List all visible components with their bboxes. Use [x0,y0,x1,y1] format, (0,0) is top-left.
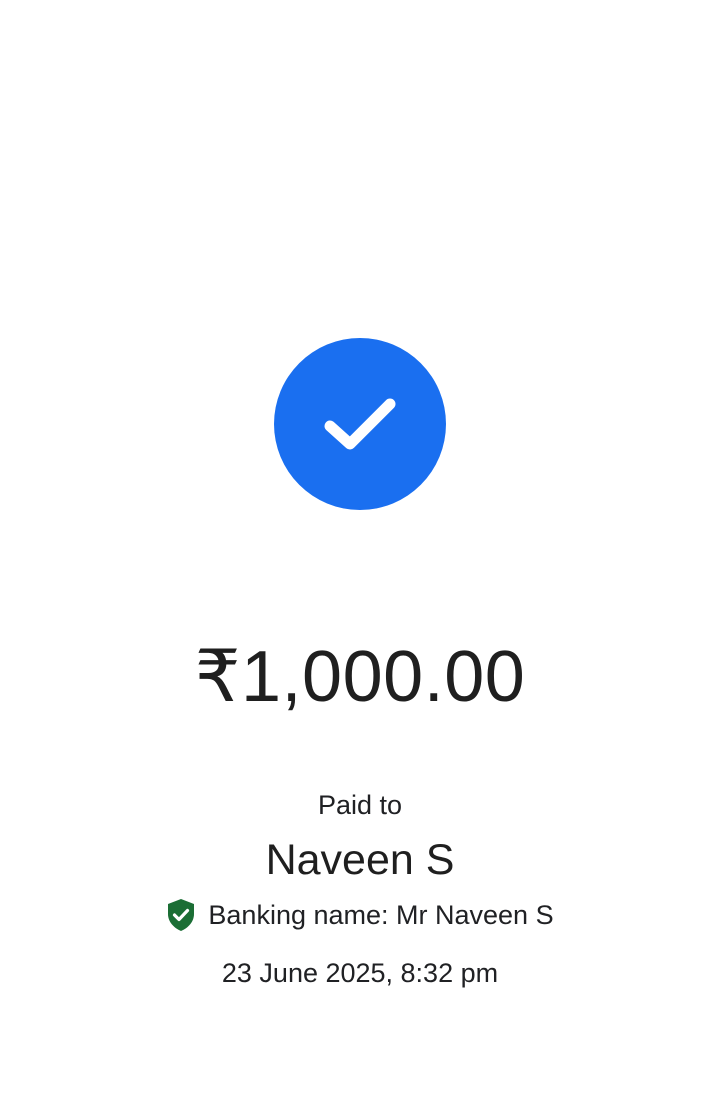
verified-shield-icon [168,899,195,931]
banking-name-row: Banking name: Mr Naveen S [0,896,720,934]
payment-datetime: 23 June 2025, 8:32 pm [221,958,499,988]
check-icon [324,398,396,450]
paid-to-label: Paid to [317,790,403,820]
payment-amount: ₹1,000.00 [194,637,526,717]
payment-success-badge [274,338,446,510]
payee-name: Naveen S [265,836,455,884]
banking-name-text: Banking name: Mr Naveen S [208,900,554,930]
